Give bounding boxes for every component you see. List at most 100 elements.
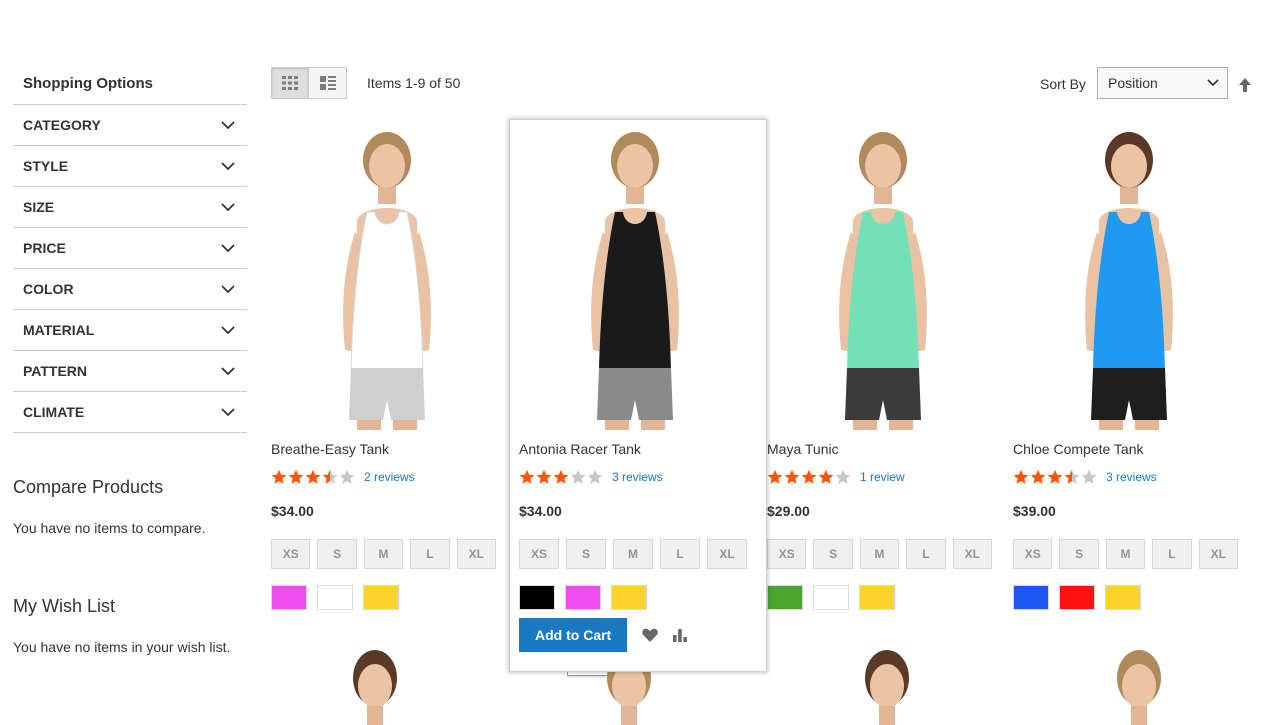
size-swatch[interactable]: XS	[767, 539, 807, 569]
product-card[interactable]: Chloe Compete Tank 3 reviews $39.00 XS S M L X…	[1013, 120, 1245, 610]
reviews-link[interactable]: 3 reviews	[1106, 470, 1157, 484]
filter-climate[interactable]: CLIMATE	[13, 392, 247, 433]
color-swatch[interactable]	[611, 585, 647, 610]
product-card[interactable]: Maya Tunic 1 review $29.00 XS S M L XL	[767, 120, 999, 610]
product-rating: 3 reviews	[519, 469, 757, 485]
filter-material[interactable]: MATERIAL	[13, 310, 247, 351]
size-swatch[interactable]: XL	[952, 539, 993, 569]
star-icon	[322, 469, 338, 484]
product-rating: 3 reviews	[1013, 469, 1245, 485]
star-icon	[339, 469, 355, 484]
heart-icon[interactable]	[641, 626, 659, 644]
chevron-down-icon	[221, 367, 235, 376]
filter-label: PATTERN	[23, 363, 88, 379]
color-swatch[interactable]	[1105, 585, 1141, 610]
star-icon	[818, 469, 834, 484]
reviews-link[interactable]: 3 reviews	[612, 470, 663, 484]
product-photo[interactable]	[767, 120, 999, 430]
size-swatch[interactable]: L	[660, 539, 700, 569]
product-photo-partial[interactable]	[1092, 648, 1182, 725]
star-icon	[1013, 469, 1029, 484]
star-icon	[1064, 469, 1080, 484]
product-actions: Add to Cart	[519, 618, 757, 652]
color-swatches	[519, 585, 757, 610]
view-mode-switcher	[271, 67, 347, 99]
filter-label: SIZE	[23, 199, 55, 215]
product-price: $29.00	[767, 503, 810, 519]
product-photo-partial[interactable]	[328, 648, 418, 725]
color-swatch[interactable]	[363, 585, 399, 610]
product-price: $34.00	[271, 503, 314, 519]
color-swatch[interactable]	[767, 585, 803, 610]
filter-color[interactable]: COLOR	[13, 269, 247, 310]
size-swatch[interactable]: M	[859, 539, 900, 569]
filter-category[interactable]: CATEGORY	[13, 105, 247, 146]
size-swatch[interactable]: M	[613, 539, 653, 569]
grid-view-button[interactable]	[271, 67, 309, 99]
filter-label: PRICE	[23, 240, 66, 256]
size-swatch[interactable]: S	[1059, 539, 1099, 569]
size-swatch[interactable]: S	[813, 539, 853, 569]
product-card[interactable]: Antonia Racer Tank 3 reviews $34.00 XS S M L X…	[509, 119, 767, 672]
size-swatch[interactable]: XS	[1013, 539, 1053, 569]
product-photo[interactable]	[519, 120, 751, 430]
product-name-link[interactable]: Breathe-Easy Tank	[271, 440, 503, 458]
product-name-link[interactable]: Maya Tunic	[767, 440, 999, 458]
product-photo-partial[interactable]	[840, 648, 930, 725]
star-icon	[767, 469, 783, 484]
product-photo[interactable]	[271, 120, 503, 430]
star-icon	[835, 469, 851, 484]
color-swatch[interactable]	[1059, 585, 1095, 610]
list-view-button[interactable]	[309, 67, 347, 99]
filter-size[interactable]: SIZE	[13, 187, 247, 228]
filter-style[interactable]: STYLE	[13, 146, 247, 187]
star-icon	[271, 469, 287, 484]
compare-icon[interactable]	[671, 626, 689, 644]
filter-pattern[interactable]: PATTERN	[13, 351, 247, 392]
star-icon	[536, 469, 552, 484]
size-swatch[interactable]: XS	[519, 539, 559, 569]
color-swatch[interactable]	[317, 585, 353, 610]
size-swatch[interactable]: XL	[456, 539, 497, 569]
add-to-cart-button[interactable]: Add to Cart	[519, 618, 628, 652]
color-swatch[interactable]	[565, 585, 601, 610]
filter-label: STYLE	[23, 158, 69, 174]
toolbar-amount: Items 1-9 of 50	[367, 75, 461, 91]
arrow-up-icon[interactable]	[1238, 77, 1252, 93]
size-swatches: XS S M L XL	[519, 539, 757, 569]
product-name-link[interactable]: Antonia Racer Tank	[519, 440, 757, 458]
rating-stars	[271, 469, 356, 485]
size-swatch[interactable]: XL	[1198, 539, 1239, 569]
shopping-options-title: Shopping Options	[13, 60, 247, 105]
chevron-down-icon	[221, 326, 235, 335]
color-swatch[interactable]	[1013, 585, 1049, 610]
sort-by-select[interactable]: Position	[1097, 67, 1228, 99]
size-swatch[interactable]: L	[410, 539, 450, 569]
product-price: $34.00	[519, 503, 562, 519]
product-name-link[interactable]: Chloe Compete Tank	[1013, 440, 1245, 458]
chevron-down-icon	[221, 121, 235, 130]
compare-products-text: You have no items to compare.	[13, 520, 206, 536]
color-swatch[interactable]	[519, 585, 555, 610]
size-swatch[interactable]: S	[566, 539, 606, 569]
color-swatch[interactable]	[813, 585, 849, 610]
size-swatch[interactable]: XS	[271, 539, 311, 569]
size-swatches: XS S M L XL	[767, 539, 999, 569]
color-swatches	[767, 585, 999, 610]
product-card[interactable]: Breathe-Easy Tank 2 reviews $34.00 XS S M L XL	[271, 120, 503, 610]
grid-icon	[282, 76, 298, 90]
color-swatch[interactable]	[859, 585, 895, 610]
color-swatch[interactable]	[271, 585, 307, 610]
chevron-down-icon	[221, 203, 235, 212]
size-swatch[interactable]: S	[317, 539, 357, 569]
size-swatch[interactable]: M	[1105, 539, 1146, 569]
size-swatch[interactable]: L	[1152, 539, 1192, 569]
product-photo[interactable]	[1013, 120, 1245, 430]
size-swatch[interactable]: XL	[707, 539, 747, 569]
size-swatch[interactable]: L	[906, 539, 946, 569]
star-icon	[288, 469, 304, 484]
filter-price[interactable]: PRICE	[13, 228, 247, 269]
reviews-link[interactable]: 2 reviews	[364, 470, 415, 484]
reviews-link[interactable]: 1 review	[860, 470, 905, 484]
size-swatch[interactable]: M	[363, 539, 404, 569]
